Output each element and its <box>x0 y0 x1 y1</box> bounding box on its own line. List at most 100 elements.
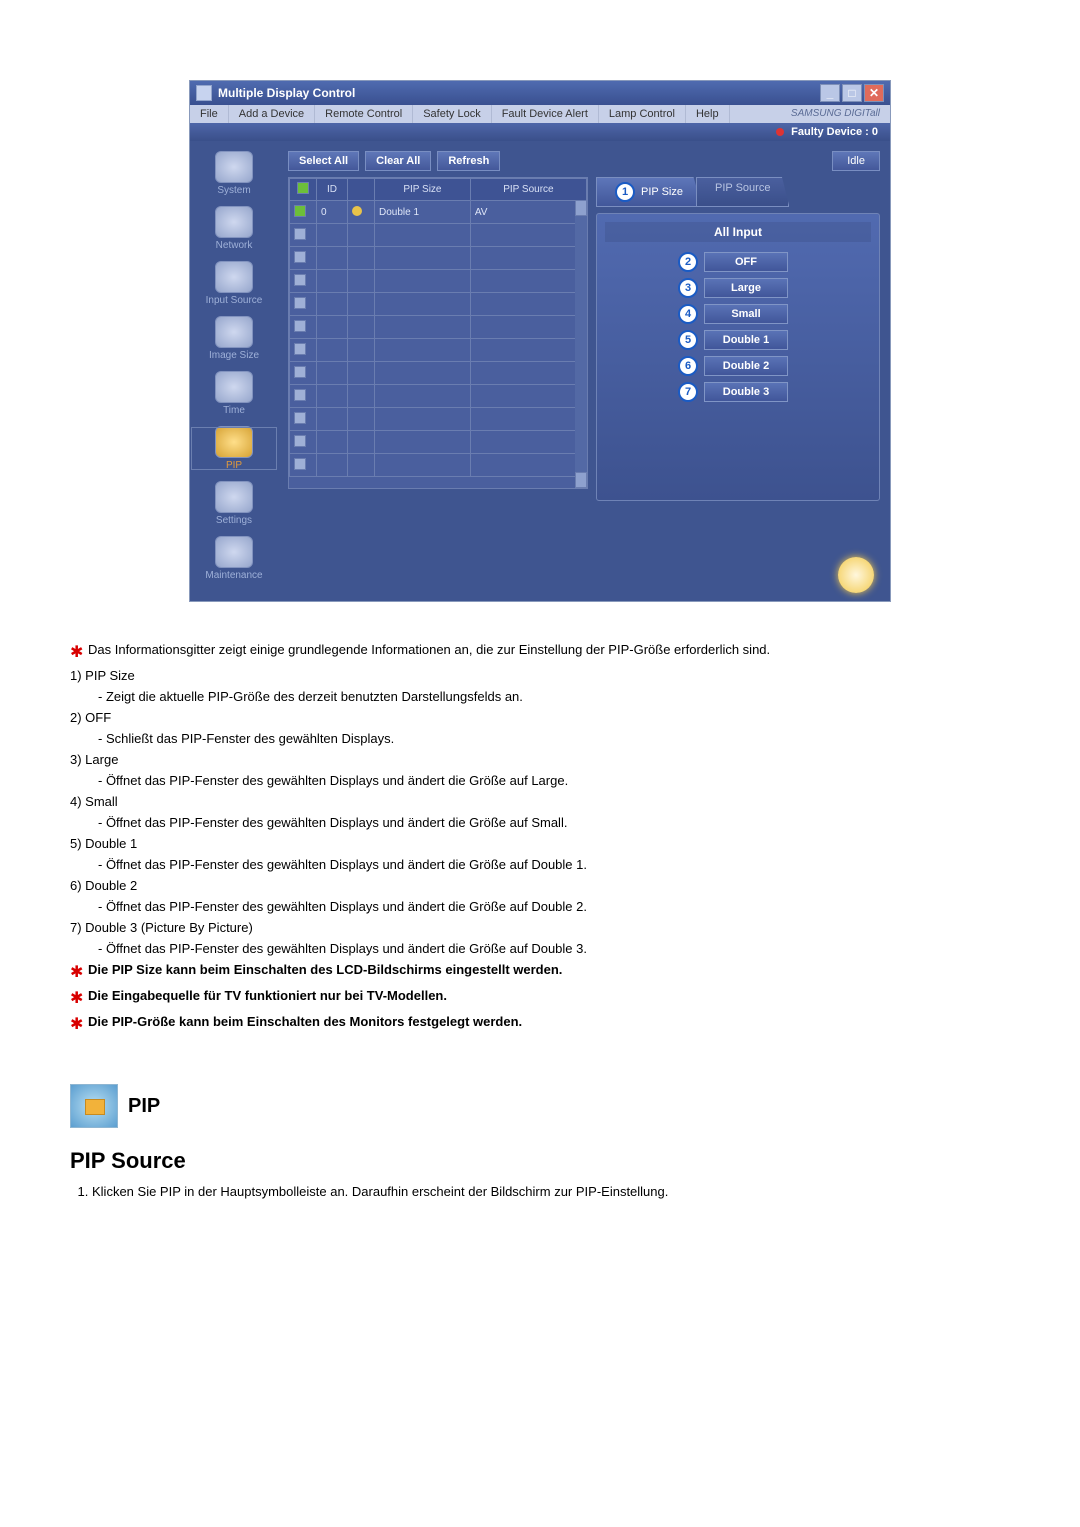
sidebar-label: Image Size <box>190 350 278 361</box>
lamp-icon <box>838 557 874 593</box>
time-icon <box>215 371 253 403</box>
col-pip-size: PIP Size <box>375 179 471 201</box>
table-row[interactable]: 0 Double 1 AV <box>290 201 587 224</box>
double1-button[interactable]: Double 1 <box>704 330 788 350</box>
sidebar-label: PIP <box>190 460 278 471</box>
sidebar-item-network[interactable]: Network <box>190 206 278 251</box>
sidebar-item-maintenance[interactable]: Maintenance <box>190 536 278 581</box>
idle-indicator: Idle <box>832 151 880 171</box>
badge-4: 4 <box>678 304 698 324</box>
menu-remote-control[interactable]: Remote Control <box>315 105 413 123</box>
item-4-desc: - Öffnet das PIP-Fenster des gewählten D… <box>98 815 1010 830</box>
maximize-button[interactable]: □ <box>842 84 862 102</box>
row-checkbox[interactable] <box>294 412 306 424</box>
select-all-button[interactable]: Select All <box>288 151 359 171</box>
clear-all-button[interactable]: Clear All <box>365 151 431 171</box>
sidebar-item-image-size[interactable]: Image Size <box>190 316 278 361</box>
double3-button[interactable]: Double 3 <box>704 382 788 402</box>
close-button[interactable]: ✕ <box>864 84 884 102</box>
sidebar-label: Time <box>190 405 278 416</box>
table-row[interactable] <box>290 293 587 316</box>
sidebar-item-system[interactable]: System <box>190 151 278 196</box>
row-checkbox[interactable] <box>294 366 306 378</box>
badge-6: 6 <box>678 356 698 376</box>
item-2-desc: - Schließt das PIP-Fenster des gewählten… <box>98 731 1010 746</box>
row-checkbox[interactable] <box>294 274 306 286</box>
table-row[interactable] <box>290 408 587 431</box>
sidebar-label: Settings <box>190 515 278 526</box>
tab-label: PIP Size <box>641 186 683 198</box>
large-button[interactable]: Large <box>704 278 788 298</box>
row-checkbox[interactable] <box>294 297 306 309</box>
row-checkbox[interactable] <box>294 251 306 263</box>
item-6: 6) Double 2 <box>70 878 1010 893</box>
menu-lamp-control[interactable]: Lamp Control <box>599 105 686 123</box>
table-row[interactable] <box>290 316 587 339</box>
refresh-button[interactable]: Refresh <box>437 151 500 171</box>
item-3-desc: - Öffnet das PIP-Fenster des gewählten D… <box>98 773 1010 788</box>
star-icon: ✱ <box>70 1014 88 1034</box>
note-2: Die Eingabequelle für TV funktioniert nu… <box>88 988 447 1003</box>
star-icon: ✱ <box>70 988 88 1008</box>
menu-fault-alert[interactable]: Fault Device Alert <box>492 105 599 123</box>
row-checkbox[interactable] <box>294 228 306 240</box>
row-checkbox[interactable] <box>294 458 306 470</box>
table-row[interactable] <box>290 224 587 247</box>
explanation-block: ✱Das Informationsgitter zeigt einige gru… <box>70 642 1010 1034</box>
menu-safety-lock[interactable]: Safety Lock <box>413 105 491 123</box>
double2-button[interactable]: Double 2 <box>704 356 788 376</box>
minimize-button[interactable]: _ <box>820 84 840 102</box>
sidebar-item-settings[interactable]: Settings <box>190 481 278 526</box>
sidebar-label: Input Source <box>190 295 278 306</box>
scroll-down-arrow-icon[interactable] <box>575 472 587 488</box>
badge-7: 7 <box>678 382 698 402</box>
intro-text: Das Informationsgitter zeigt einige grun… <box>88 642 770 657</box>
app-window: Multiple Display Control _ □ ✕ File Add … <box>189 80 891 602</box>
item-2: 2) OFF <box>70 710 1010 725</box>
header-checkbox[interactable] <box>297 182 309 194</box>
table-row[interactable] <box>290 339 587 362</box>
maintenance-icon <box>215 536 253 568</box>
table-row[interactable] <box>290 385 587 408</box>
table-row[interactable] <box>290 247 587 270</box>
title-bar: Multiple Display Control _ □ ✕ <box>190 81 890 105</box>
steps-list: Klicken Sie PIP in der Hauptsymbolleiste… <box>70 1184 1010 1199</box>
row-checkbox[interactable] <box>294 435 306 447</box>
subheading-pip-source: PIP Source <box>70 1148 1010 1174</box>
menu-file[interactable]: File <box>190 105 229 123</box>
table-row[interactable] <box>290 362 587 385</box>
table-row[interactable] <box>290 431 587 454</box>
cell-pip-source: AV <box>470 201 586 224</box>
section-label: PIP <box>128 1095 160 1118</box>
row-checkbox[interactable] <box>294 389 306 401</box>
row-checkbox[interactable] <box>294 343 306 355</box>
pip-section-icon <box>70 1084 118 1128</box>
tab-pip-size[interactable]: 1 PIP Size <box>596 177 702 207</box>
table-row[interactable] <box>290 454 587 477</box>
off-button[interactable]: OFF <box>704 252 788 272</box>
pip-icon <box>215 426 253 458</box>
small-button[interactable]: Small <box>704 304 788 324</box>
badge-3: 3 <box>678 278 698 298</box>
system-icon <box>215 151 253 183</box>
sidebar-item-pip[interactable]: PIP <box>190 426 278 471</box>
item-1: 1) PIP Size <box>70 668 1010 683</box>
table-row[interactable] <box>290 270 587 293</box>
menu-help[interactable]: Help <box>686 105 730 123</box>
menu-add-device[interactable]: Add a Device <box>229 105 315 123</box>
star-icon: ✱ <box>70 642 88 662</box>
sidebar-item-time[interactable]: Time <box>190 371 278 416</box>
image-size-icon <box>215 316 253 348</box>
item-5-desc: - Öffnet das PIP-Fenster des gewählten D… <box>98 857 1010 872</box>
tab-pip-source[interactable]: PIP Source <box>696 177 789 207</box>
item-4: 4) Small <box>70 794 1010 809</box>
badge-1: 1 <box>615 182 635 202</box>
row-checkbox[interactable] <box>294 320 306 332</box>
star-icon: ✱ <box>70 962 88 982</box>
grid-scrollbar[interactable] <box>575 200 587 488</box>
row-checkbox[interactable] <box>294 205 306 217</box>
note-3: Die PIP-Größe kann beim Einschalten des … <box>88 1014 522 1029</box>
note-1: Die PIP Size kann beim Einschalten des L… <box>88 962 562 977</box>
scroll-up-arrow-icon[interactable] <box>575 200 587 216</box>
sidebar-item-input-source[interactable]: Input Source <box>190 261 278 306</box>
